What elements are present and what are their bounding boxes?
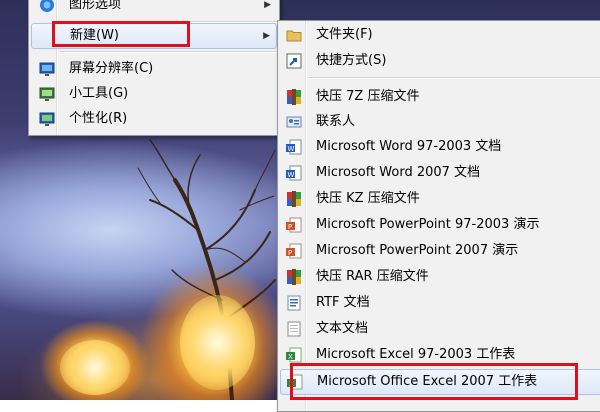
monitor-icon <box>39 61 55 77</box>
text-doc-icon <box>286 321 302 337</box>
rtf-doc-icon <box>286 295 302 311</box>
submenu-item-word-97-2003[interactable]: W Microsoft Word 97-2003 文档 <box>280 135 600 159</box>
new-submenu: 文件夹(F) 快捷方式(S) 快压 7Z 压缩文件 联系人 W Microsof… <box>277 20 600 412</box>
graphics-icon <box>39 0 55 13</box>
chevron-right-icon: ▶ <box>263 31 270 41</box>
menu-item-personalize[interactable]: 个性化(R) <box>31 107 277 131</box>
personalize-icon <box>39 111 55 127</box>
menu-item-screen-resolution[interactable]: 屏幕分辨率(C) <box>31 57 277 81</box>
svg-text:P: P <box>288 249 292 257</box>
submenu-item-contact[interactable]: 联系人 <box>280 110 600 134</box>
powerpoint-icon: P <box>286 243 302 259</box>
folder-icon <box>286 27 302 43</box>
menu-item-new[interactable]: 新建(W) ▶ <box>31 23 277 49</box>
menu-separator <box>308 77 600 79</box>
submenu-item-excel-97-2003[interactable]: X Microsoft Excel 97-2003 工作表 <box>280 343 600 367</box>
svg-text:X: X <box>289 380 294 388</box>
submenu-item-text-document[interactable]: 文本文档 <box>280 317 600 341</box>
menu-separator <box>59 51 277 53</box>
word-docx-icon: W <box>286 165 302 181</box>
svg-text:W: W <box>288 171 295 179</box>
glowing-lantern <box>180 295 255 390</box>
menu-item-gadgets[interactable]: 小工具(G) <box>31 82 277 106</box>
submenu-item-folder[interactable]: 文件夹(F) <box>280 23 600 47</box>
archive-icon <box>286 89 302 105</box>
submenu-item-7z-archive[interactable]: 快压 7Z 压缩文件 <box>280 85 600 109</box>
submenu-item-rar-archive[interactable]: 快压 RAR 压缩文件 <box>280 265 600 289</box>
submenu-item-powerpoint-2007[interactable]: P Microsoft PowerPoint 2007 演示 <box>280 239 600 263</box>
desktop-context-menu: 图形选项 ▶ 新建(W) ▶ 屏幕分辨率(C) 小工具(G) 个性化(R) <box>28 0 280 136</box>
glowing-lantern <box>60 340 130 395</box>
archive-icon <box>286 191 302 207</box>
excel-icon: X <box>287 374 303 390</box>
menu-item-graphics-options[interactable]: 图形选项 ▶ <box>31 0 277 17</box>
chevron-right-icon: ▶ <box>264 0 271 10</box>
submenu-item-shortcut[interactable]: 快捷方式(S) <box>280 49 600 73</box>
contact-icon <box>286 114 302 130</box>
svg-text:W: W <box>288 145 295 153</box>
submenu-item-rtf-document[interactable]: RTF 文档 <box>280 291 600 315</box>
submenu-item-powerpoint-97-2003[interactable]: P Microsoft PowerPoint 97-2003 演示 <box>280 213 600 237</box>
word-doc-icon: W <box>286 139 302 155</box>
gadgets-icon <box>39 86 55 102</box>
shortcut-icon <box>286 53 302 69</box>
excel-icon: X <box>286 347 302 363</box>
svg-text:X: X <box>288 353 293 361</box>
archive-icon <box>286 269 302 285</box>
powerpoint-icon: P <box>286 217 302 233</box>
submenu-item-kz-archive[interactable]: 快压 KZ 压缩文件 <box>280 187 600 211</box>
svg-text:P: P <box>288 223 292 231</box>
submenu-item-excel-2007[interactable]: X Microsoft Office Excel 2007 工作表 <box>280 369 600 395</box>
submenu-item-word-2007[interactable]: W Microsoft Word 2007 文档 <box>280 161 600 185</box>
